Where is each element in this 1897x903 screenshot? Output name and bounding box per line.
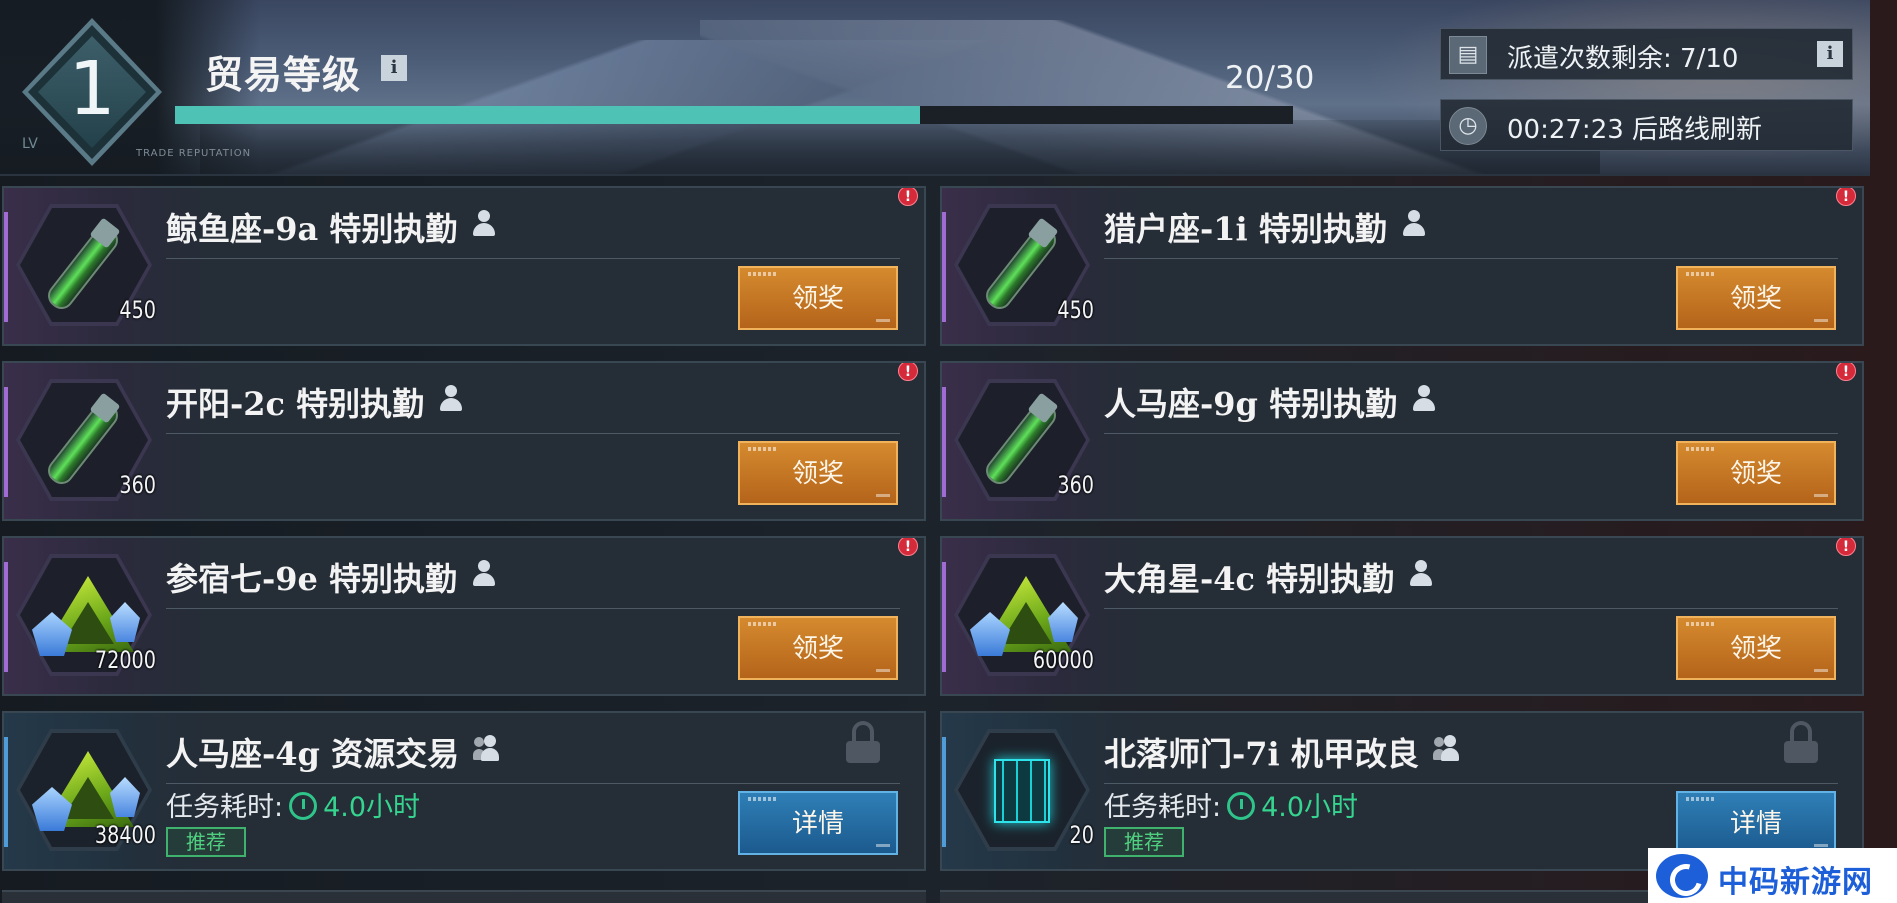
level-progress-text: 20/30 [1225, 60, 1315, 96]
person-icon [1408, 560, 1434, 588]
mission-title: 鲸鱼座-9a 特别执勤 [166, 204, 497, 250]
alert-icon: ! [898, 363, 918, 381]
trade-reputation-tag: TRADE REPUTATION [136, 148, 252, 159]
level-progress-bar [175, 106, 1293, 124]
dispatch-remaining-box: ▤ 派遣次数剩余: 7/10 i [1440, 28, 1853, 80]
background-shore [200, 120, 1600, 174]
alert-icon: ! [1836, 538, 1856, 556]
page-title: 贸易等级 [205, 52, 362, 97]
unlock-icon [1784, 721, 1818, 763]
claim-reward-button[interactable]: 领奖 [738, 616, 898, 680]
mech-cube-icon [982, 751, 1062, 831]
mission-card[interactable]: 38400 人马座-4g 资源交易 任务耗时: 4.0小时 推荐 详情 [2, 711, 926, 871]
alert-icon: ! [898, 538, 918, 556]
recommended-tag: 推荐 [166, 827, 246, 857]
alert-icon: ! [1836, 188, 1856, 206]
reward-quantity: 60000 [1032, 646, 1094, 674]
reward-quantity: 360 [1057, 471, 1094, 499]
person-icon [1401, 210, 1427, 238]
person-icon [471, 210, 497, 238]
mission-card[interactable]: 450 鲸鱼座-9a 特别执勤 ! 领奖 [2, 186, 926, 346]
mission-card-partial[interactable] [2, 890, 926, 903]
level-number: 1 [68, 46, 116, 132]
crystal-icon [970, 576, 1078, 656]
person-icon [471, 560, 497, 588]
mission-title: 开阳-2c 特别执勤 [166, 379, 464, 425]
recommended-tag: 推荐 [1104, 827, 1184, 857]
details-button[interactable]: 详情 [738, 791, 898, 855]
alert-icon: ! [898, 188, 918, 206]
level-info-icon[interactable]: i [381, 55, 407, 81]
mission-duration: 任务耗时: 4.0小时 [1104, 792, 1359, 823]
crystal-icon [32, 576, 140, 656]
clipboard-icon: ▤ [1449, 36, 1487, 74]
trade-screen: 1 LV TRADE REPUTATION 贸易等级 i 20/30 ▤ 派遣次… [0, 0, 1897, 903]
watermark: 中码新游网 [1648, 848, 1897, 903]
mission-card[interactable]: 72000 参宿七-9e 特别执勤 ! 领奖 [2, 536, 926, 696]
level-badge: 1 [22, 18, 162, 166]
mission-card[interactable]: 60000 大角星-4c 特别执勤 ! 领奖 [940, 536, 1864, 696]
reward-quantity: 450 [119, 296, 156, 324]
reward-quantity: 72000 [94, 646, 156, 674]
mission-card[interactable]: 450 猎户座-1i 特别执勤 ! 领奖 [940, 186, 1864, 346]
clock-icon: ◷ [1449, 107, 1487, 145]
mission-card[interactable]: 360 开阳-2c 特别执勤 ! 领奖 [2, 361, 926, 521]
level-progress-fill [175, 106, 921, 124]
reward-quantity: 20 [1069, 821, 1094, 849]
reward-quantity: 38400 [94, 821, 156, 849]
clock-icon [289, 792, 318, 820]
unlock-icon [846, 721, 880, 763]
route-refresh-box: ◷ 00:27:23 后路线刷新 [1440, 99, 1853, 151]
group-icon [473, 735, 500, 763]
mission-title: 大角星-4c 特别执勤 [1104, 554, 1434, 600]
trade-level-header: 1 LV TRADE REPUTATION 贸易等级 i 20/30 ▤ 派遣次… [0, 0, 1870, 176]
route-refresh-label: 00:27:23 后路线刷新 [1507, 115, 1763, 145]
mission-title: 参宿七-9e 特别执勤 [166, 554, 497, 600]
reward-quantity: 450 [1057, 296, 1094, 324]
claim-reward-button[interactable]: 领奖 [1676, 441, 1836, 505]
dispatch-info-icon[interactable]: i [1817, 41, 1843, 67]
mission-title: 人马座-9g 特别执勤 [1104, 379, 1437, 425]
claim-reward-button[interactable]: 领奖 [738, 441, 898, 505]
person-icon [1411, 385, 1437, 413]
watermark-text: 中码新游网 [1718, 865, 1873, 900]
lv-tag: LV [22, 136, 38, 152]
mission-title: 猎户座-1i 特别执勤 [1104, 204, 1427, 250]
watermark-logo [1656, 854, 1708, 898]
dispatch-remaining-label: 派遣次数剩余: 7/10 [1507, 44, 1739, 74]
alert-icon: ! [1836, 363, 1856, 381]
person-icon [438, 385, 464, 413]
mission-title: 北落师门-7i 机甲改良 [1104, 729, 1459, 775]
crystal-icon [32, 751, 140, 831]
clock-icon [1227, 792, 1256, 820]
mission-title: 人马座-4g 资源交易 [166, 729, 500, 775]
claim-reward-button[interactable]: 领奖 [1676, 266, 1836, 330]
mission-duration: 任务耗时: 4.0小时 [166, 792, 421, 823]
group-icon [1432, 735, 1459, 763]
mission-card[interactable]: 360 人马座-9g 特别执勤 ! 领奖 [940, 361, 1864, 521]
claim-reward-button[interactable]: 领奖 [1676, 616, 1836, 680]
mission-card[interactable]: 20 北落师门-7i 机甲改良 任务耗时: 4.0小时 推荐 详情 [940, 711, 1864, 871]
claim-reward-button[interactable]: 领奖 [738, 266, 898, 330]
reward-quantity: 360 [119, 471, 156, 499]
details-button[interactable]: 详情 [1676, 791, 1836, 855]
